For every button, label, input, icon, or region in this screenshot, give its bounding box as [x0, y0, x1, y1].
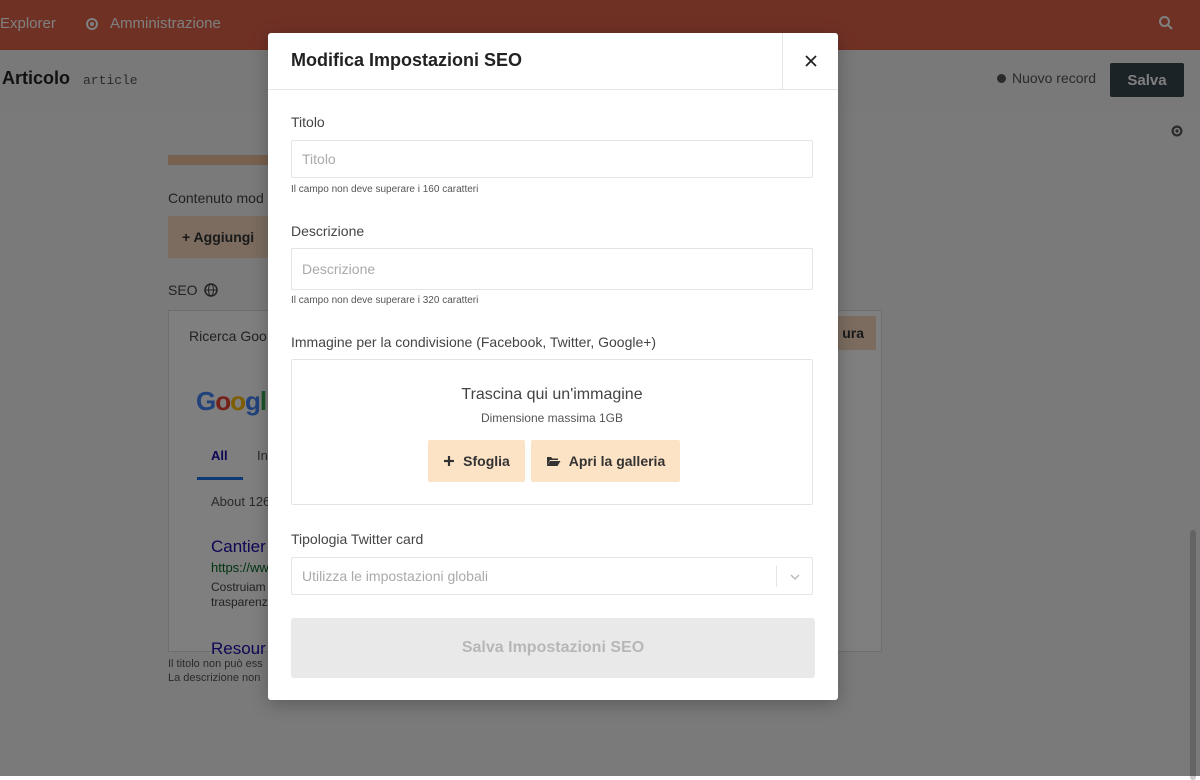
dropzone-max-size: Dimensione massima 1GB: [480, 411, 624, 425]
title-input[interactable]: [291, 140, 813, 178]
description-field-label: Descrizione: [291, 223, 365, 239]
select-separator: [776, 566, 777, 587]
plus-icon: [444, 456, 455, 466]
folder-open-icon: [546, 457, 561, 466]
twitter-card-label: Tipologia Twitter card: [291, 531, 424, 547]
browse-label: Sfoglia: [463, 453, 510, 469]
title-hint: Il campo non deve superare i 160 caratte…: [291, 184, 479, 195]
chevron-down-icon: [790, 574, 800, 581]
image-field-label: Immagine per la condivisione (Facebook, …: [291, 334, 657, 350]
modal-title: Modifica Impostazioni SEO: [291, 50, 523, 70]
twitter-card-select[interactable]: Utilizza le impostazioni globali: [291, 557, 813, 595]
seo-settings-modal: Modifica Impostazioni SEO Titolo Il camp…: [268, 33, 838, 700]
twitter-card-value: Utilizza le impostazioni globali: [302, 568, 488, 584]
browse-button[interactable]: Sfoglia: [428, 440, 525, 482]
open-gallery-button[interactable]: Apri la galleria: [531, 440, 680, 482]
title-field-label: Titolo: [291, 114, 325, 130]
description-input[interactable]: [291, 248, 813, 290]
dropzone-title: Trascina qui un'immagine: [461, 386, 643, 403]
close-icon: [804, 55, 817, 67]
image-dropzone[interactable]: Trascina qui un'immagine Dimensione mass…: [291, 359, 813, 505]
modal-header: Modifica Impostazioni SEO: [268, 33, 838, 90]
description-hint: Il campo non deve superare i 320 caratte…: [291, 295, 479, 306]
save-seo-button[interactable]: Salva Impostazioni SEO: [291, 618, 815, 678]
open-gallery-label: Apri la galleria: [568, 453, 666, 469]
close-button[interactable]: [782, 33, 838, 89]
